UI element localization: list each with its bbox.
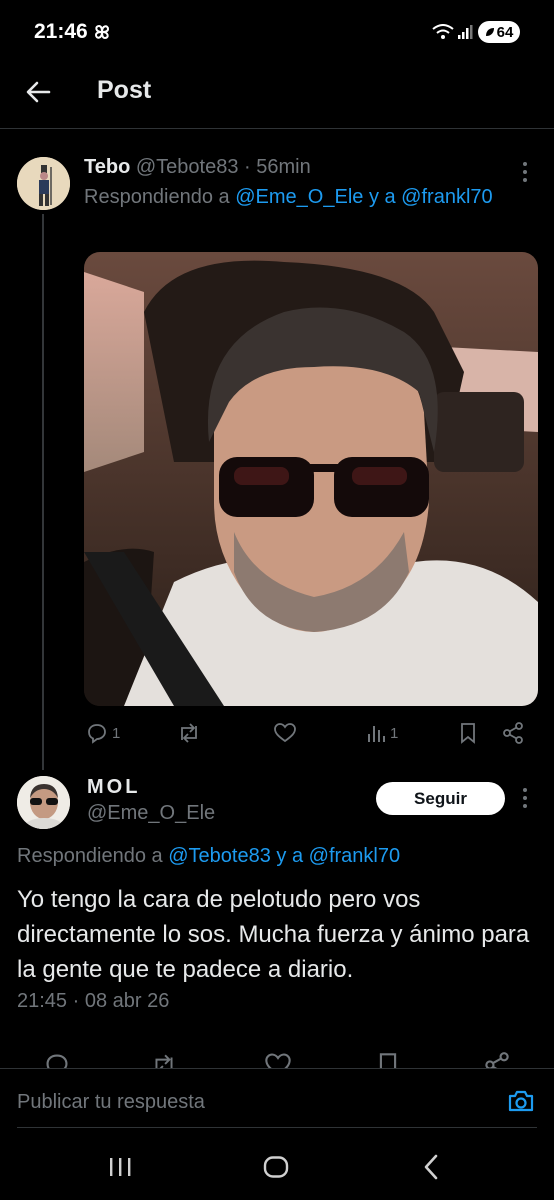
pinwheel-icon: [92, 22, 112, 42]
heart-icon[interactable]: [264, 1052, 292, 1068]
heart-icon: [274, 723, 296, 743]
signal-icon: [457, 24, 473, 40]
repost-icon[interactable]: [150, 1052, 178, 1068]
bookmark-icon: [461, 723, 475, 744]
status-time: 21:46: [34, 20, 88, 43]
tweet-photo[interactable]: [84, 252, 538, 706]
repost-icon: [181, 723, 197, 743]
replying-to: Respondiendo a @Eme_O_Ele y a @frankl70: [84, 186, 493, 209]
time-ago: · 56min: [244, 156, 311, 178]
replying-targets[interactable]: @Tebote83 y a @frankl70: [168, 845, 400, 867]
page-title: Post: [97, 76, 152, 104]
share-icon: [503, 722, 523, 744]
home-icon[interactable]: [263, 1156, 289, 1178]
more-options-icon[interactable]: [518, 160, 532, 184]
back-button[interactable]: [20, 74, 56, 110]
wifi-icon: [432, 24, 454, 40]
handle[interactable]: @Eme_O_Ele: [87, 802, 215, 825]
avatar-face-icon: [17, 776, 70, 829]
timestamp: 21:45 · 08 abr 26: [17, 990, 170, 1012]
avatar-figure-icon: [17, 157, 70, 210]
display-name[interactable]: Tebo: [84, 156, 130, 178]
status-bar: 21:46 64: [0, 0, 554, 62]
reply-composer: Publicar tu respuesta: [0, 1069, 554, 1127]
more-options-icon[interactable]: [518, 786, 532, 810]
battery-indicator: 64: [478, 21, 520, 43]
views-count: 1: [390, 724, 399, 742]
back-arrow-icon: [26, 81, 51, 103]
camera-icon[interactable]: [507, 1089, 535, 1113]
recent-apps-icon[interactable]: [108, 1156, 132, 1178]
follow-button[interactable]: Seguir: [376, 782, 505, 815]
like-button[interactable]: [273, 722, 297, 744]
handle[interactable]: @Tebote83: [136, 156, 239, 178]
battery-saver-icon: [485, 28, 494, 36]
reply-count: 1: [112, 724, 121, 742]
system-nav-bar: [0, 1128, 554, 1200]
avatar[interactable]: [17, 157, 70, 210]
back-nav-icon[interactable]: [422, 1154, 440, 1180]
reply-input[interactable]: Publicar tu respuesta: [17, 1091, 205, 1114]
share-icon[interactable]: [484, 1052, 510, 1068]
replying-prefix: Respondiendo a: [84, 186, 230, 208]
tweet-text: Yo tengo la cara de pelotudo pero vos di…: [17, 886, 530, 983]
display-name[interactable]: MOL: [87, 776, 140, 799]
bookmark-button[interactable]: [458, 722, 478, 744]
reply-button[interactable]: 1: [86, 722, 120, 744]
battery-level: 64: [496, 23, 514, 41]
repost-button[interactable]: [176, 722, 202, 744]
replying-targets[interactable]: @Eme_O_Ele y a @frankl70: [235, 186, 492, 208]
header-divider: [0, 128, 554, 129]
share-button[interactable]: [502, 722, 524, 744]
thread-line: [42, 214, 44, 770]
views-button[interactable]: 1: [366, 722, 398, 744]
replying-prefix: Respondiendo a: [17, 845, 163, 867]
selfie-photo: [84, 252, 538, 706]
reply-header: Tebo @Tebote83 · 56min: [84, 156, 311, 179]
avatar[interactable]: [17, 776, 70, 829]
views-icon: [368, 726, 385, 742]
bookmark-icon[interactable]: [376, 1052, 400, 1068]
reply-icon: [88, 724, 106, 744]
reply-icon[interactable]: [44, 1052, 70, 1068]
main-tweet-actions: [0, 1048, 554, 1068]
replying-to: Respondiendo a @Tebote83 y a @frankl70: [17, 845, 400, 868]
